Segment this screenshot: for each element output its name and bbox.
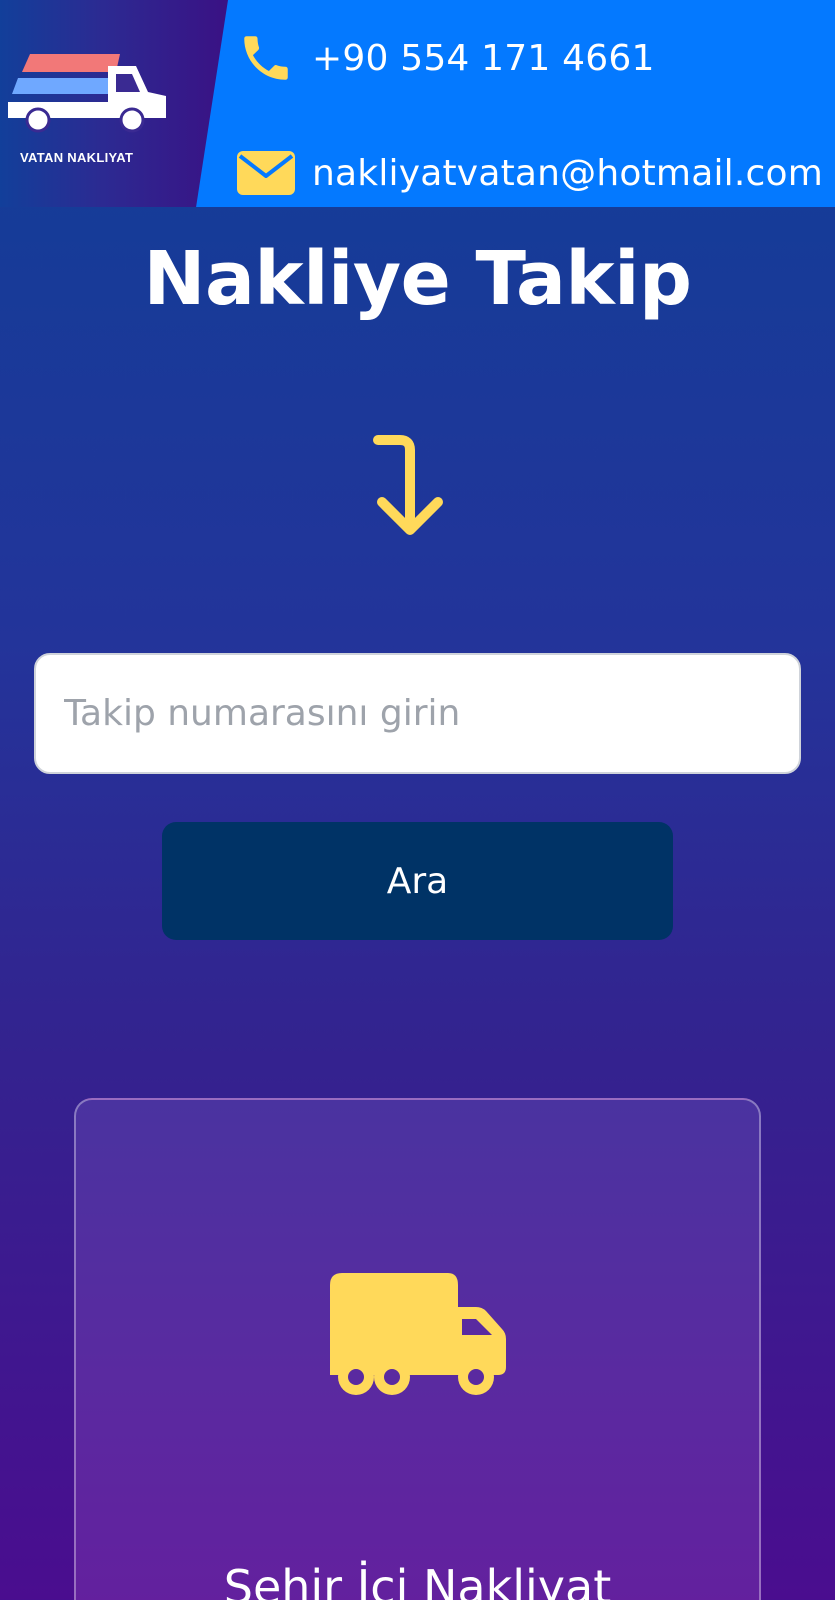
truck-icon: [330, 1273, 506, 1395]
tracking-number-input[interactable]: [34, 653, 801, 774]
phone-number: +90 554 171 4661: [312, 37, 655, 79]
service-card-sehir-ici[interactable]: Şehir İçi Nakliyat: [74, 1098, 761, 1600]
service-title: Şehir İçi Nakliyat: [223, 1560, 612, 1600]
logo-truck-icon: [8, 54, 166, 133]
logo-text: VATAN NAKLIYAT: [20, 150, 134, 165]
envelope-icon: [236, 143, 296, 203]
arrow-down-icon: [373, 435, 443, 535]
email-address: nakliyatvatan@hotmail.com: [312, 152, 823, 194]
logo[interactable]: VATAN NAKLIYAT: [0, 0, 228, 207]
top-header: VATAN NAKLIYAT +90 554 171 4661 nakliyat…: [0, 0, 835, 207]
page-title: Nakliye Takip: [143, 236, 692, 322]
email-contact[interactable]: nakliyatvatan@hotmail.com: [236, 143, 823, 203]
search-button[interactable]: Ara: [162, 822, 673, 940]
phone-contact[interactable]: +90 554 171 4661: [236, 28, 655, 88]
phone-icon: [236, 28, 296, 88]
